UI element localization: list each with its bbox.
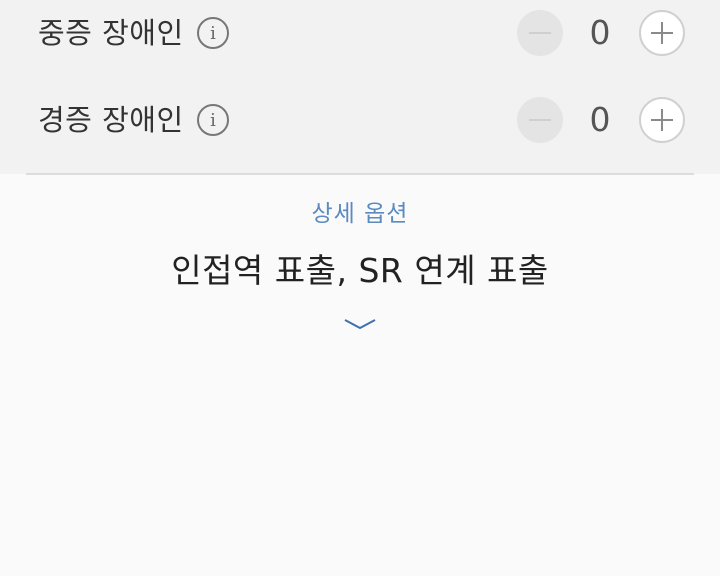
decrease-button[interactable] (517, 10, 563, 56)
divider (26, 173, 694, 175)
info-icon[interactable]: i (197, 104, 229, 136)
passenger-row-severe: 중증 장애인 i 0 (0, 3, 720, 63)
chevron-down-icon[interactable] (343, 316, 377, 332)
passenger-type-label: 중증 장애인 (38, 16, 184, 50)
passenger-count: 0 (589, 100, 611, 139)
passenger-type-label: 경증 장애인 (38, 103, 184, 137)
increase-button[interactable] (639, 97, 685, 143)
minus-icon (529, 119, 551, 121)
decrease-button[interactable] (517, 97, 563, 143)
passenger-panel: 중증 장애인 i 0 경증 장애인 i 0 (0, 0, 720, 174)
passenger-row-mild: 경증 장애인 i 0 (0, 90, 720, 150)
increase-button[interactable] (639, 10, 685, 56)
detail-options-title[interactable]: 상세 옵션 (0, 194, 720, 228)
detail-options-summary[interactable]: 인접역 표출, SR 연계 표출 (0, 244, 720, 292)
minus-icon (529, 32, 551, 34)
info-icon[interactable]: i (197, 17, 229, 49)
passenger-count: 0 (589, 13, 611, 52)
